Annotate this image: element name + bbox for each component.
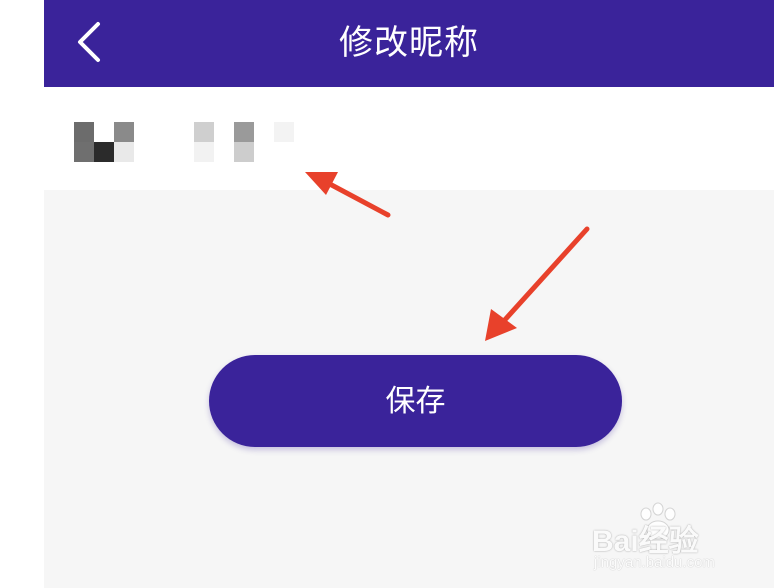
mosaic-pixel bbox=[74, 122, 94, 142]
mosaic-pixel bbox=[234, 122, 254, 142]
title-bar: 修改昵称 bbox=[44, 0, 774, 87]
page-title: 修改昵称 bbox=[339, 23, 479, 63]
mosaic-pixel bbox=[114, 142, 134, 162]
nickname-input[interactable] bbox=[44, 87, 774, 190]
nickname-row bbox=[44, 87, 774, 190]
mosaic-pixel bbox=[94, 142, 114, 162]
mosaic-pixel bbox=[274, 122, 294, 142]
mosaic-pixel bbox=[234, 142, 254, 162]
mosaic-pixel bbox=[194, 142, 214, 162]
save-button[interactable]: 保存 bbox=[209, 355, 622, 447]
mosaic-pixel bbox=[74, 142, 94, 162]
mosaic-pixel bbox=[114, 122, 134, 142]
app-screen: 修改昵称 保存 bbox=[44, 0, 774, 588]
screenshot: 修改昵称 保存 Bai经验 jingyan.baidu.com bbox=[0, 0, 774, 588]
mosaic-pixel bbox=[194, 122, 214, 142]
